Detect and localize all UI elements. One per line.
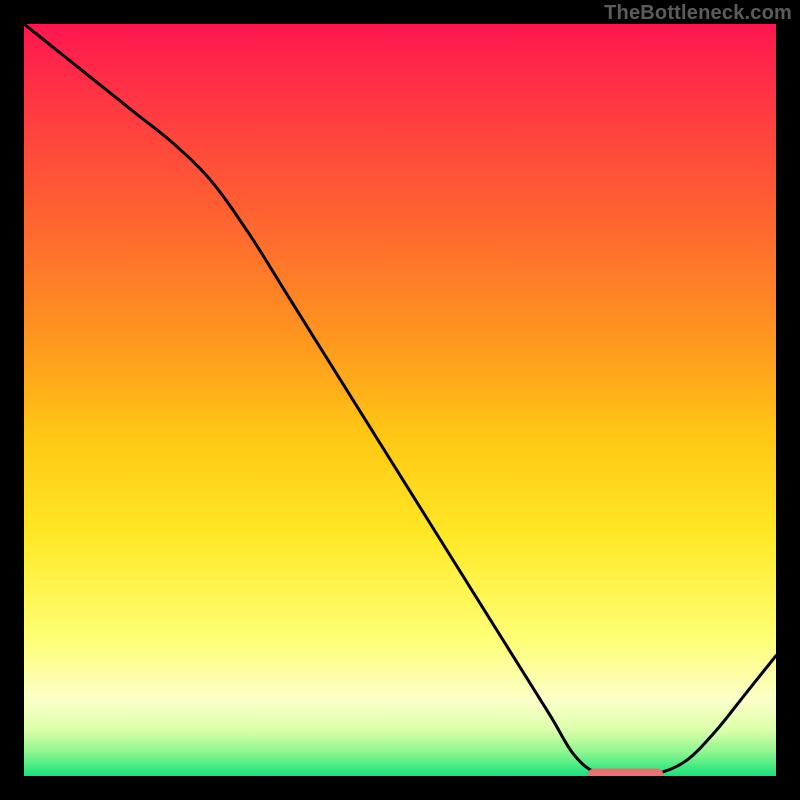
chart-svg [24, 24, 776, 776]
chart-frame: TheBottleneck.com [0, 0, 800, 800]
watermark-text: TheBottleneck.com [604, 2, 792, 25]
optimal-marker [588, 768, 663, 776]
chart-plot-area [24, 24, 776, 776]
bottleneck-curve [24, 24, 776, 775]
